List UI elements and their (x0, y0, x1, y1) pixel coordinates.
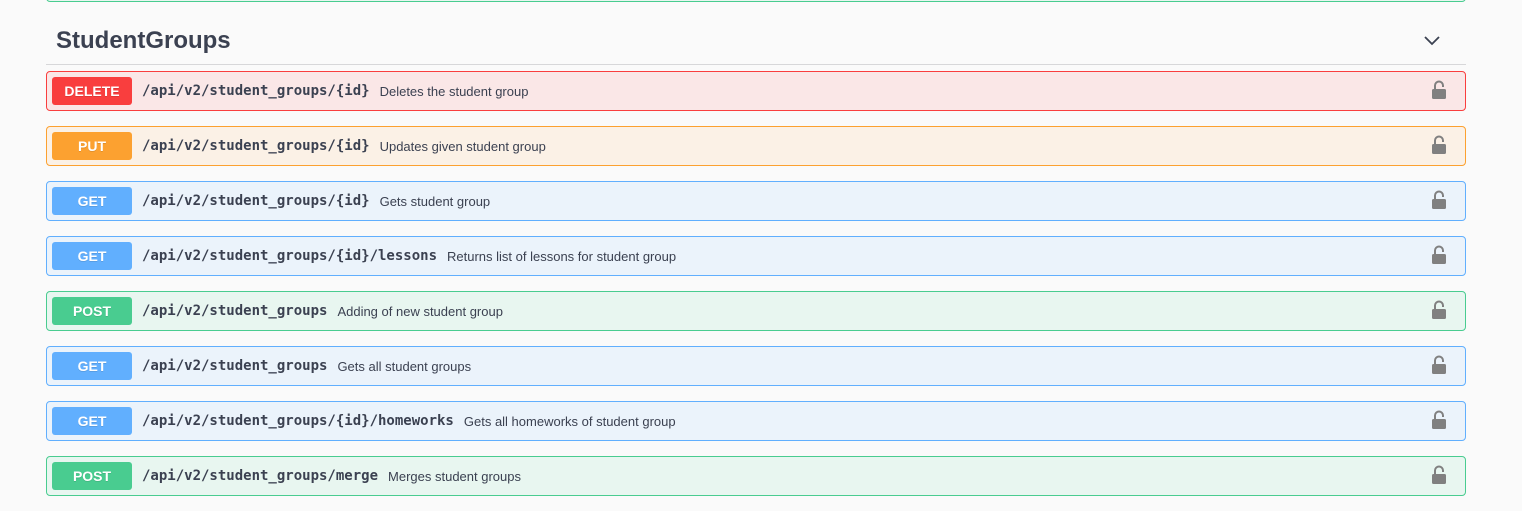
unlocked-padlock-icon[interactable] (1431, 355, 1447, 375)
unlocked-padlock-icon[interactable] (1431, 465, 1447, 485)
operation-row[interactable]: POST /api/v2/student_groups Adding of ne… (46, 291, 1466, 331)
operation-path: /api/v2/student_groups (142, 303, 328, 319)
method-badge: GET (52, 407, 132, 435)
operation-row[interactable]: GET /api/v2/student_groups Gets all stud… (46, 346, 1466, 386)
previous-operation-block-edge (46, 0, 1466, 2)
tag-section-header[interactable]: StudentGroups (46, 18, 1466, 65)
method-badge: PUT (52, 132, 132, 160)
method-badge: GET (52, 242, 132, 270)
unlocked-padlock-icon[interactable] (1431, 190, 1447, 210)
operation-summary: Gets all homeworks of student group (463, 413, 676, 429)
operation-summary: Gets student group (379, 193, 491, 209)
operation-row[interactable]: GET /api/v2/student_groups/{id}/homework… (46, 401, 1466, 441)
operation-summary: Returns list of lessons for student grou… (447, 248, 677, 264)
method-badge: DELETE (52, 77, 132, 105)
operation-summary: Updates given student group (379, 138, 546, 154)
method-badge: GET (52, 352, 132, 380)
operation-path: /api/v2/student_groups/{id} (142, 138, 370, 154)
operation-row[interactable]: DELETE /api/v2/student_groups/{id} Delet… (46, 71, 1466, 111)
operation-path: /api/v2/student_groups/{id} (142, 193, 370, 209)
unlocked-padlock-icon[interactable] (1431, 245, 1447, 265)
operation-summary: Deletes the student group (379, 83, 529, 99)
operation-summary: Adding of new student group (337, 303, 503, 319)
method-badge: POST (52, 297, 132, 325)
operation-path: /api/v2/student_groups/{id}/lessons (142, 248, 438, 264)
operation-path: /api/v2/student_groups (142, 358, 328, 374)
operation-path: /api/v2/student_groups/{id} (142, 83, 370, 99)
tag-title: StudentGroups (56, 27, 231, 54)
operation-row[interactable]: GET /api/v2/student_groups/{id} Gets stu… (46, 181, 1466, 221)
chevron-down-icon[interactable] (1422, 30, 1442, 50)
operation-path: /api/v2/student_groups/merge (142, 468, 379, 484)
operation-summary: Gets all student groups (337, 358, 472, 374)
operation-summary: Merges student groups (388, 468, 521, 484)
method-badge: GET (52, 187, 132, 215)
operation-path: /api/v2/student_groups/{id}/homeworks (142, 413, 454, 429)
operations-list: DELETE /api/v2/student_groups/{id} Delet… (46, 71, 1466, 511)
unlocked-padlock-icon[interactable] (1431, 410, 1447, 430)
unlocked-padlock-icon[interactable] (1431, 300, 1447, 320)
operation-row[interactable]: PUT /api/v2/student_groups/{id} Updates … (46, 126, 1466, 166)
unlocked-padlock-icon[interactable] (1431, 80, 1447, 100)
unlocked-padlock-icon[interactable] (1431, 135, 1447, 155)
method-badge: POST (52, 462, 132, 490)
operation-row[interactable]: GET /api/v2/student_groups/{id}/lessons … (46, 236, 1466, 276)
operation-row[interactable]: POST /api/v2/student_groups/merge Merges… (46, 456, 1466, 496)
